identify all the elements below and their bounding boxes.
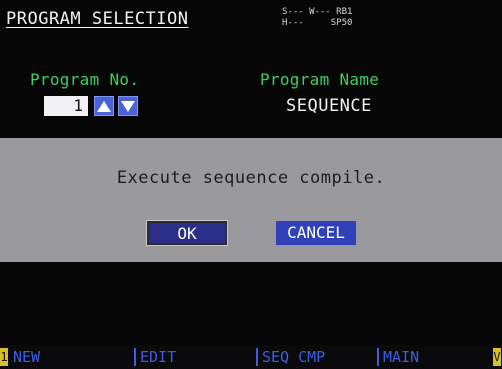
- arrow-up-icon: [97, 100, 111, 112]
- fkey-new[interactable]: NEW: [9, 348, 40, 366]
- status-indicators: S--- W--- RB1 H--- SP50: [282, 7, 352, 29]
- status-line-1: S--- W--- RB1: [282, 7, 353, 17]
- status-line-2: H--- SP50: [282, 18, 353, 28]
- page-title: PROGRAM SELECTION: [6, 9, 189, 29]
- page-marker-left: 1: [0, 348, 8, 366]
- arrow-down-icon: [121, 100, 135, 112]
- program-no-label: Program No.: [30, 70, 140, 89]
- program-name-label: Program Name: [260, 70, 380, 89]
- pendant-screen: PROGRAM SELECTION S--- W--- RB1 H--- SP5…: [0, 0, 502, 369]
- fkey-seq-cmp[interactable]: SEQ CMP: [256, 348, 325, 366]
- cancel-button[interactable]: CANCEL: [276, 221, 356, 245]
- fkey-main[interactable]: MAIN: [377, 348, 419, 366]
- program-name-value: SEQUENCE: [286, 96, 372, 116]
- ok-button[interactable]: OK: [147, 221, 227, 245]
- page-marker-right[interactable]: V: [493, 348, 501, 366]
- fkey-edit[interactable]: EDIT: [134, 348, 176, 366]
- function-key-bar: 1 NEW EDIT SEQ CMP MAIN V: [0, 345, 502, 369]
- dialog-message: Execute sequence compile.: [116, 168, 386, 188]
- decrement-button[interactable]: [118, 96, 138, 116]
- increment-button[interactable]: [94, 96, 114, 116]
- confirm-dialog: Execute sequence compile. OK CANCEL: [0, 138, 502, 262]
- program-no-field[interactable]: 1: [44, 96, 88, 116]
